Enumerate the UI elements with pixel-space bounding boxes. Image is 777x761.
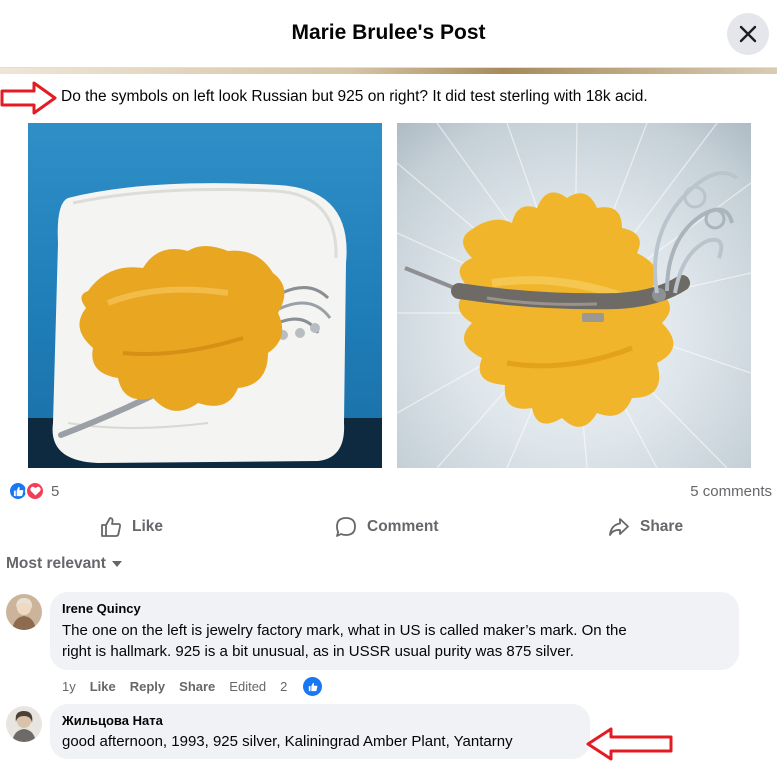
- comment-share-link[interactable]: Share: [179, 679, 215, 694]
- comment-text-line: The one on the left is jewelry factory m…: [62, 622, 627, 639]
- close-icon: [739, 25, 757, 43]
- comments-count-link[interactable]: 5 comments: [690, 483, 772, 500]
- close-button[interactable]: [727, 13, 769, 55]
- annotation-arrow-icon: [586, 727, 673, 761]
- share-button[interactable]: Share: [608, 508, 683, 546]
- brooch-back-image: [397, 123, 751, 468]
- comment-meta: 1y Like Reply Share Edited 2: [62, 677, 350, 696]
- comment-author[interactable]: Irene Quincy: [62, 600, 727, 617]
- post-action-bar: Like Comment Share: [0, 508, 777, 546]
- share-arrow-icon: [609, 518, 629, 536]
- comment-edited-label[interactable]: Edited: [229, 679, 266, 694]
- reaction-summary[interactable]: 5: [8, 481, 59, 501]
- photo-brooch-front[interactable]: [28, 123, 382, 468]
- comment-text-line: right is hallmark. 925 is a bit unusual,…: [62, 643, 574, 660]
- comment-button[interactable]: Comment: [335, 508, 438, 546]
- comment-label: Comment: [367, 518, 439, 535]
- annotation-arrow-icon: [0, 81, 57, 115]
- like-label: Like: [132, 518, 164, 535]
- dialog-title: Marie Brulee's Post: [291, 21, 486, 44]
- comment-like-count[interactable]: 2: [280, 677, 336, 696]
- love-reaction-icon: [25, 481, 45, 501]
- photo-brooch-back[interactable]: [397, 123, 751, 468]
- sort-label: Most relevant: [6, 555, 106, 572]
- comment-age[interactable]: 1y: [62, 679, 76, 694]
- thumbs-up-icon: [101, 517, 121, 537]
- reaction-count: 5: [51, 482, 60, 500]
- comment-bubble-icon: [336, 517, 356, 537]
- like-reaction-icon: [303, 677, 323, 696]
- previous-image-strip: [0, 68, 777, 74]
- share-label: Share: [640, 518, 684, 535]
- brooch-front-image: [28, 183, 382, 468]
- comment-like-link[interactable]: Like: [90, 679, 116, 694]
- like-button[interactable]: Like: [100, 508, 163, 546]
- comment-author[interactable]: Жильцова Ната: [62, 712, 578, 729]
- comment-reply-link[interactable]: Reply: [130, 679, 165, 694]
- comment-bubble: Irene Quincy The one on the left is jewe…: [50, 592, 739, 670]
- comment-sort-dropdown[interactable]: Most relevant: [6, 555, 123, 573]
- caret-down-icon: [111, 561, 122, 567]
- comment-like-number: 2: [280, 679, 288, 694]
- dialog-header: Marie Brulee's Post: [0, 0, 777, 68]
- comment-bubble: Жильцова Ната good afternoon, 1993, 925 …: [50, 704, 590, 759]
- avatar-irene-quincy[interactable]: [6, 594, 42, 630]
- avatar-zhiltsova-nata[interactable]: [6, 706, 42, 742]
- comment-text-line: good afternoon, 1993, 925 silver, Kalini…: [62, 733, 513, 750]
- post-text: Do the symbols on left look Russian but …: [61, 88, 648, 105]
